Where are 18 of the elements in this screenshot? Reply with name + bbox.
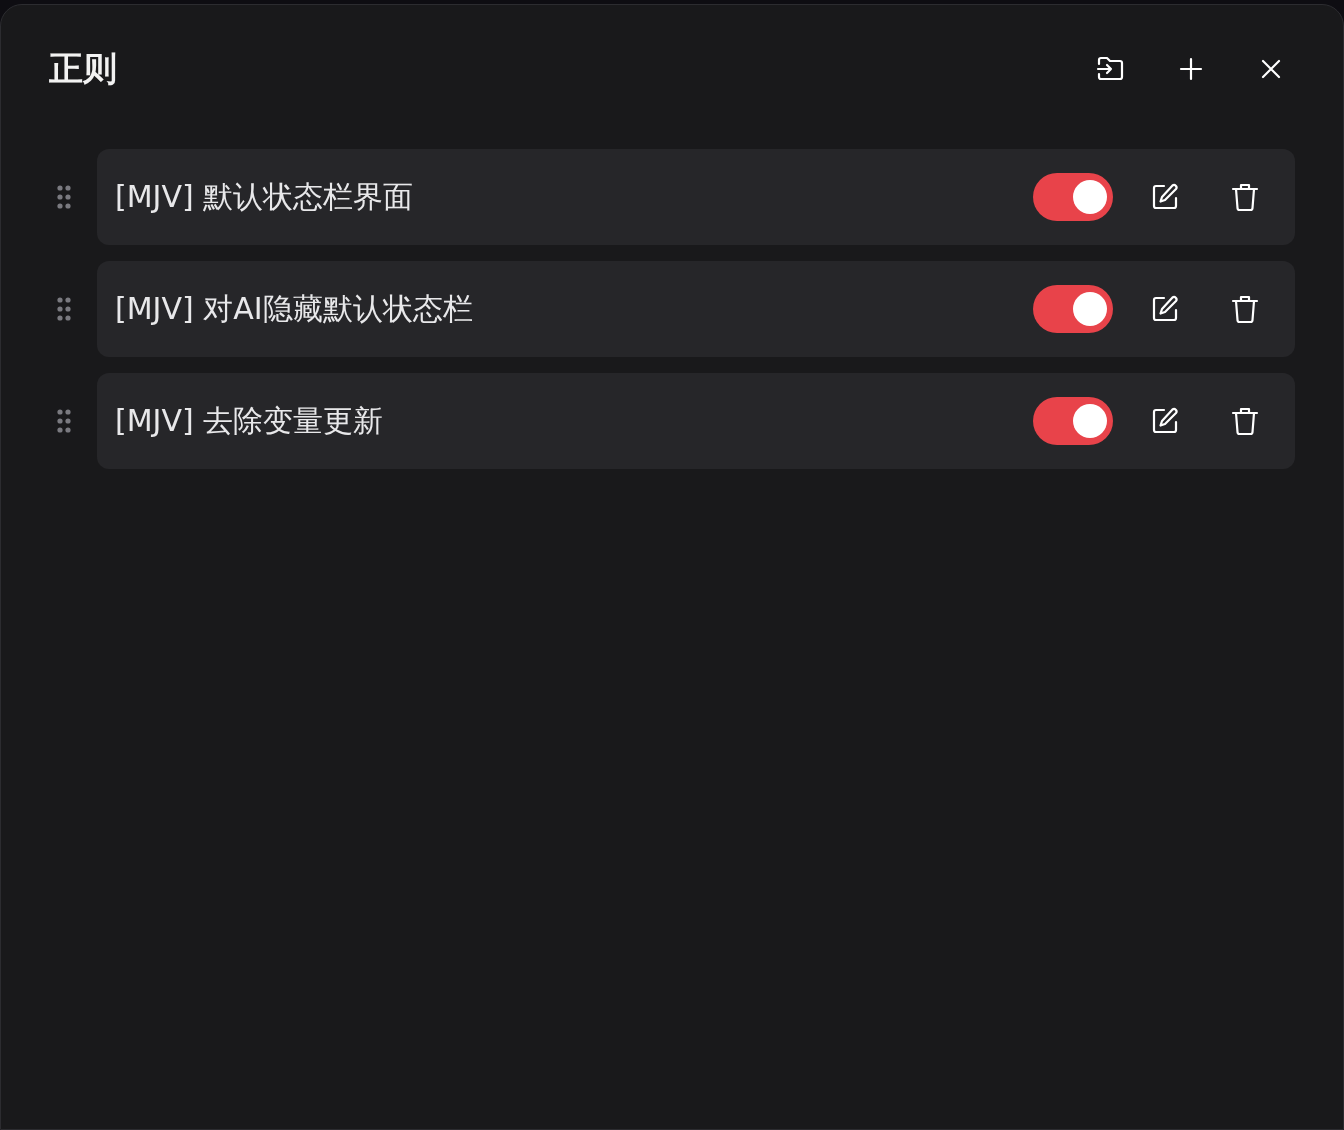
rule-name: [MJV] 去除变量更新 <box>115 401 385 440</box>
drag-handle-icon[interactable] <box>57 409 71 433</box>
toggle-switch[interactable] <box>1033 397 1113 445</box>
toggle-switch[interactable] <box>1033 285 1113 333</box>
toggle-switch[interactable] <box>1033 173 1113 221</box>
close-icon <box>1260 58 1282 80</box>
dialog-title: 正则 <box>49 47 117 90</box>
plus-icon <box>1178 56 1204 82</box>
edit-icon <box>1150 294 1180 324</box>
trash-icon <box>1231 294 1259 324</box>
drag-handle-icon[interactable] <box>57 297 71 321</box>
edit-icon <box>1150 182 1180 212</box>
rule-name: [MJV] 默认状态栏界面 <box>115 177 415 216</box>
trash-icon <box>1231 406 1259 436</box>
rule-name: [MJV] 对AI隐藏默认状态栏 <box>115 289 474 328</box>
drag-handle-icon[interactable] <box>57 185 71 209</box>
edit-icon <box>1150 406 1180 436</box>
trash-icon <box>1231 182 1259 212</box>
